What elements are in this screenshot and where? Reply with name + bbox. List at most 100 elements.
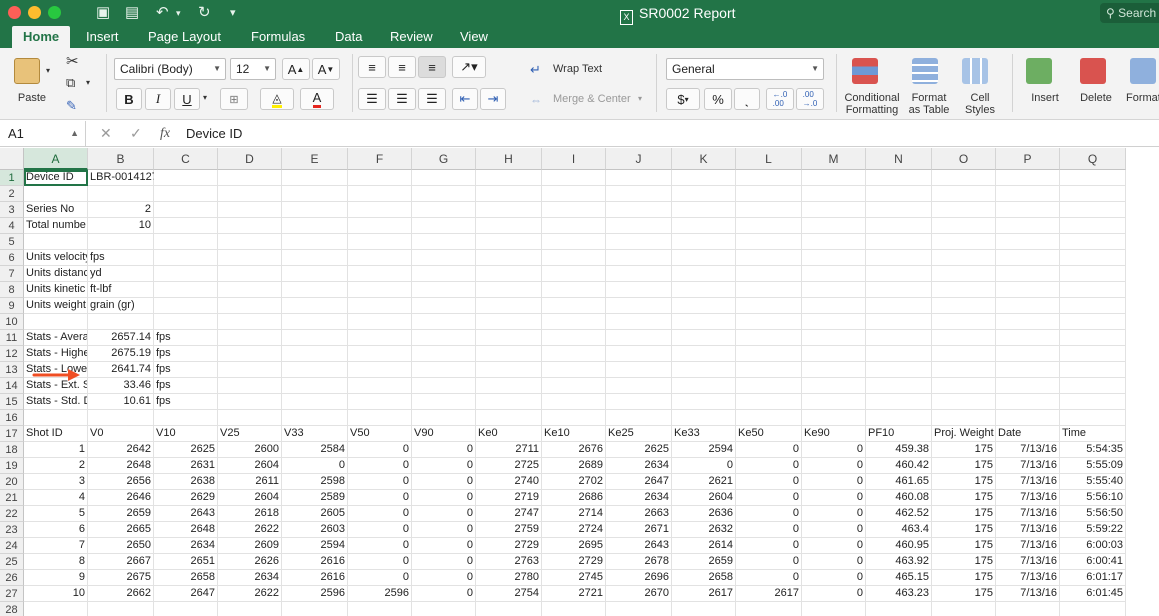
- row-header-19[interactable]: 19: [0, 458, 24, 474]
- cell-k11[interactable]: [672, 330, 736, 346]
- cell-q1[interactable]: [1060, 170, 1126, 186]
- cell-l3[interactable]: [736, 202, 802, 218]
- cell-styles-button[interactable]: Cell Styles: [958, 92, 1002, 116]
- cell-g24[interactable]: 0: [412, 538, 476, 554]
- cell-n24[interactable]: 460.95: [866, 538, 932, 554]
- insert-cells-button[interactable]: Insert: [1020, 92, 1070, 104]
- cell-l9[interactable]: [736, 298, 802, 314]
- cell-j4[interactable]: [606, 218, 672, 234]
- cell-h21[interactable]: 2719: [476, 490, 542, 506]
- cell-d4[interactable]: [218, 218, 282, 234]
- cell-k27[interactable]: 2617: [672, 586, 736, 602]
- cell-d15[interactable]: [218, 394, 282, 410]
- cell-i9[interactable]: [542, 298, 606, 314]
- cell-j14[interactable]: [606, 378, 672, 394]
- cell-n7[interactable]: [866, 266, 932, 282]
- tab-formulas[interactable]: Formulas: [251, 26, 305, 48]
- cell-h10[interactable]: [476, 314, 542, 330]
- cell-b6[interactable]: fps: [88, 250, 154, 266]
- cell-o22[interactable]: 175: [932, 506, 996, 522]
- cell-h12[interactable]: [476, 346, 542, 362]
- cell-d1[interactable]: [218, 170, 282, 186]
- cell-d3[interactable]: [218, 202, 282, 218]
- cell-k1[interactable]: [672, 170, 736, 186]
- cell-a27[interactable]: 10: [24, 586, 88, 602]
- cell-p21[interactable]: 7/13/16: [996, 490, 1060, 506]
- redo-icon[interactable]: ↻: [198, 3, 211, 23]
- column-header-j[interactable]: J: [606, 148, 672, 170]
- row-header-22[interactable]: 22: [0, 506, 24, 522]
- cell-j17[interactable]: Ke25: [606, 426, 672, 442]
- cell-c17[interactable]: V10: [154, 426, 218, 442]
- row-header-4[interactable]: 4: [0, 218, 24, 234]
- cell-l8[interactable]: [736, 282, 802, 298]
- sidebar-toggle-icon[interactable]: ▣: [96, 3, 110, 23]
- cell-p3[interactable]: [996, 202, 1060, 218]
- cell-o25[interactable]: 175: [932, 554, 996, 570]
- cell-m13[interactable]: [802, 362, 866, 378]
- cell-i13[interactable]: [542, 362, 606, 378]
- cell-l25[interactable]: 0: [736, 554, 802, 570]
- row-header-1[interactable]: 1: [0, 170, 24, 186]
- cell-m22[interactable]: 0: [802, 506, 866, 522]
- cell-m6[interactable]: [802, 250, 866, 266]
- cell-a12[interactable]: Stats - Highe: [24, 346, 88, 362]
- cell-l1[interactable]: [736, 170, 802, 186]
- cell-n2[interactable]: [866, 186, 932, 202]
- row-header-13[interactable]: 13: [0, 362, 24, 378]
- cell-o23[interactable]: 175: [932, 522, 996, 538]
- copy-icon[interactable]: ⧉: [66, 75, 75, 91]
- cell-l5[interactable]: [736, 234, 802, 250]
- cell-q6[interactable]: [1060, 250, 1126, 266]
- cell-p9[interactable]: [996, 298, 1060, 314]
- decrease-font-size-button[interactable]: A ▼: [312, 58, 340, 80]
- cell-j6[interactable]: [606, 250, 672, 266]
- save-icon[interactable]: ▤: [125, 3, 139, 23]
- cell-l11[interactable]: [736, 330, 802, 346]
- cell-f24[interactable]: 0: [348, 538, 412, 554]
- cell-o26[interactable]: 175: [932, 570, 996, 586]
- cell-h11[interactable]: [476, 330, 542, 346]
- cell-m14[interactable]: [802, 378, 866, 394]
- cell-o10[interactable]: [932, 314, 996, 330]
- row-header-8[interactable]: 8: [0, 282, 24, 298]
- cell-g11[interactable]: [412, 330, 476, 346]
- cell-a17[interactable]: Shot ID: [24, 426, 88, 442]
- cell-n12[interactable]: [866, 346, 932, 362]
- cell-q18[interactable]: 5:54:35: [1060, 442, 1126, 458]
- row-header-23[interactable]: 23: [0, 522, 24, 538]
- cell-j13[interactable]: [606, 362, 672, 378]
- cell-a28[interactable]: [24, 602, 88, 616]
- row-header-20[interactable]: 20: [0, 474, 24, 490]
- cell-k8[interactable]: [672, 282, 736, 298]
- cell-i20[interactable]: 2702: [542, 474, 606, 490]
- cell-h1[interactable]: [476, 170, 542, 186]
- cell-h28[interactable]: [476, 602, 542, 616]
- cell-k12[interactable]: [672, 346, 736, 362]
- cell-b22[interactable]: 2659: [88, 506, 154, 522]
- cell-l7[interactable]: [736, 266, 802, 282]
- cell-o5[interactable]: [932, 234, 996, 250]
- cell-h23[interactable]: 2759: [476, 522, 542, 538]
- cell-q16[interactable]: [1060, 410, 1126, 426]
- cell-a8[interactable]: Units kinetic: [24, 282, 88, 298]
- cell-a5[interactable]: [24, 234, 88, 250]
- cell-b5[interactable]: [88, 234, 154, 250]
- cell-d25[interactable]: 2626: [218, 554, 282, 570]
- cell-e17[interactable]: V33: [282, 426, 348, 442]
- cell-b7[interactable]: yd: [88, 266, 154, 282]
- row-header-17[interactable]: 17: [0, 426, 24, 442]
- conditional-formatting-button[interactable]: Conditional Formatting: [838, 92, 906, 116]
- italic-button[interactable]: I: [145, 88, 171, 110]
- cell-l10[interactable]: [736, 314, 802, 330]
- cell-c2[interactable]: [154, 186, 218, 202]
- cell-k24[interactable]: 2614: [672, 538, 736, 554]
- cell-l13[interactable]: [736, 362, 802, 378]
- cell-g2[interactable]: [412, 186, 476, 202]
- cell-h19[interactable]: 2725: [476, 458, 542, 474]
- cell-a11[interactable]: Stats - Avera: [24, 330, 88, 346]
- cell-d20[interactable]: 2611: [218, 474, 282, 490]
- cell-m2[interactable]: [802, 186, 866, 202]
- cell-e20[interactable]: 2598: [282, 474, 348, 490]
- cell-q14[interactable]: [1060, 378, 1126, 394]
